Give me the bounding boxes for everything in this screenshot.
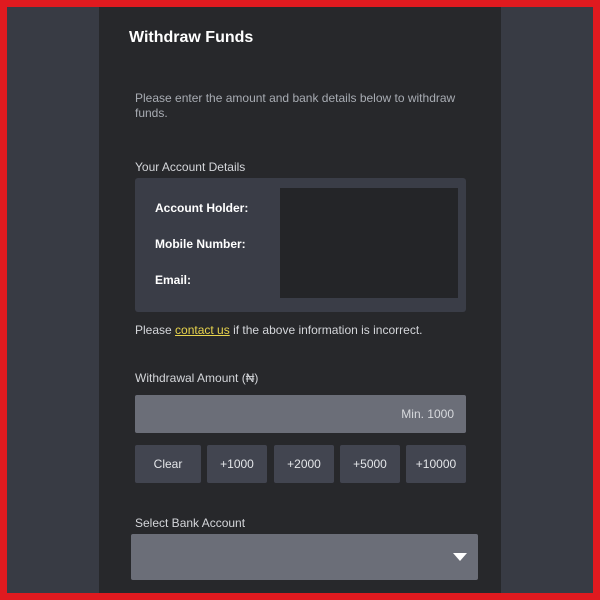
add-10000-button[interactable]: +10000 <box>406 445 466 483</box>
info-note: Please contact us if the above informati… <box>135 323 423 337</box>
withdraw-panel: Withdraw Funds Please enter the amount a… <box>99 7 501 593</box>
add-5000-button[interactable]: +5000 <box>340 445 400 483</box>
account-details-heading: Your Account Details <box>135 160 246 174</box>
contact-us-link[interactable]: contact us <box>175 323 230 337</box>
account-details-values <box>280 188 458 298</box>
add-1000-button[interactable]: +1000 <box>207 445 267 483</box>
withdrawal-amount-input[interactable] <box>135 395 466 433</box>
clear-button[interactable]: Clear <box>135 445 201 483</box>
account-holder-label: Account Holder: <box>155 201 249 215</box>
select-bank-label: Select Bank Account <box>135 516 246 530</box>
withdrawal-amount-label: Withdrawal Amount (₦) <box>135 371 259 385</box>
note-text-after: if the above information is incorrect. <box>229 323 423 337</box>
intro-text: Please enter the amount and bank details… <box>135 91 456 120</box>
add-2000-button[interactable]: +2000 <box>274 445 334 483</box>
app-frame: Withdraw Funds Please enter the amount a… <box>7 7 593 593</box>
note-text-before: Please <box>135 323 176 337</box>
account-details-box: Account Holder: Mobile Number: Email: <box>135 178 466 312</box>
email-label: Email: <box>155 273 192 287</box>
page-title: Withdraw Funds <box>129 29 254 46</box>
mobile-number-label: Mobile Number: <box>155 237 246 251</box>
bank-account-select[interactable] <box>131 534 478 580</box>
chevron-down-icon <box>453 553 467 561</box>
